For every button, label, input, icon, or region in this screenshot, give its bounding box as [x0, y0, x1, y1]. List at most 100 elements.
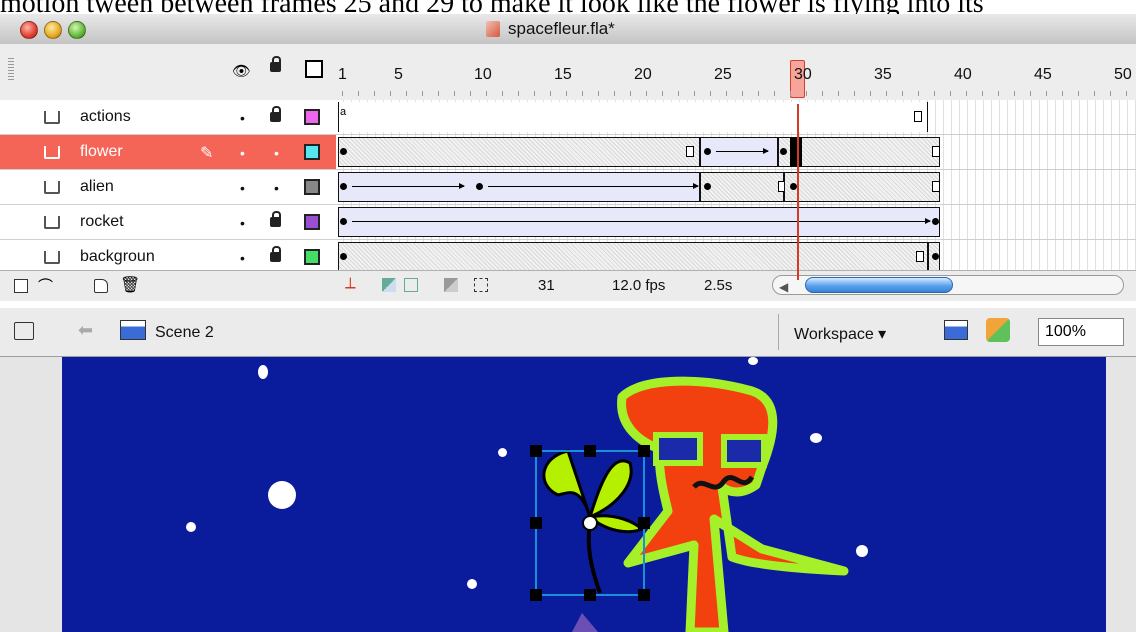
visibility-dot[interactable]: •	[240, 145, 245, 161]
modify-onion-markers-icon[interactable]	[474, 278, 488, 292]
ruler-label: 5	[394, 66, 403, 83]
layer-name[interactable]: backgroun	[80, 248, 155, 266]
lock-icon[interactable]	[270, 211, 281, 227]
lock-icon[interactable]	[270, 106, 281, 122]
ruler-tick	[486, 91, 487, 96]
visibility-dot[interactable]: •	[240, 250, 245, 266]
frame-ruler[interactable]: 1 5 10 15 20 25 30 35 40 45 50	[336, 44, 1136, 100]
frame-track[interactable]	[336, 135, 1136, 169]
close-window-button[interactable]	[20, 21, 38, 39]
outline-color-swatch[interactable]	[304, 109, 320, 125]
empty-keyframe[interactable]	[914, 111, 922, 122]
end-frame[interactable]	[932, 146, 940, 157]
workspace-menu[interactable]: Workspace ▾	[794, 324, 886, 344]
keyframe[interactable]	[340, 253, 347, 260]
rocket-edge	[572, 613, 598, 632]
lock-dot[interactable]: •	[274, 145, 279, 161]
ruler-tick	[406, 91, 407, 96]
edit-multiple-frames-icon[interactable]	[444, 278, 458, 292]
show-hide-all-icon[interactable]: 👁	[232, 62, 251, 80]
insert-layer-icon[interactable]	[14, 279, 28, 293]
selection-handle	[638, 445, 650, 457]
ruler-tick	[1030, 91, 1031, 96]
end-frame[interactable]	[932, 181, 940, 192]
ruler-tick	[854, 91, 855, 96]
back-arrow-icon[interactable]: ⬅	[78, 320, 93, 341]
frame-track[interactable]	[336, 240, 1136, 274]
layer-row-alien[interactable]: alien • •	[0, 170, 1136, 205]
layer-row-actions[interactable]: actions • a	[0, 100, 1136, 135]
selection-handle	[638, 517, 650, 529]
end-frame[interactable]	[916, 251, 924, 262]
keyframe[interactable]	[932, 253, 939, 260]
layer-row-rocket[interactable]: rocket •	[0, 205, 1136, 240]
ruler-label: 35	[874, 66, 892, 83]
frame-track[interactable]: a	[336, 100, 1136, 134]
outline-all-icon[interactable]	[305, 60, 323, 78]
insert-folder-icon[interactable]	[94, 279, 108, 293]
keyframe[interactable]	[476, 183, 483, 190]
add-motion-guide-icon[interactable]: ⌒	[38, 275, 53, 296]
outline-color-swatch[interactable]	[304, 249, 320, 265]
timeline-scrollbar[interactable]: ◀	[772, 275, 1124, 295]
ruler-tick	[566, 91, 567, 96]
ruler-tick	[678, 91, 679, 96]
layer-icon	[44, 181, 60, 194]
layer-name[interactable]: alien	[80, 178, 114, 196]
zoom-window-button[interactable]	[68, 21, 86, 39]
edit-symbol-icon[interactable]	[986, 318, 1010, 342]
onion-skin-icon[interactable]	[382, 278, 396, 292]
layer-name[interactable]: rocket	[80, 213, 124, 231]
delete-layer-icon[interactable]: 🗑	[120, 275, 140, 295]
outline-color-swatch[interactable]	[304, 214, 320, 230]
onion-skin-outlines-icon[interactable]	[404, 278, 418, 292]
ruler-tick	[646, 91, 647, 96]
scroll-left-arrow-icon[interactable]: ◀	[779, 280, 788, 294]
ruler-tick	[774, 91, 775, 96]
edit-scene-icon[interactable]	[944, 320, 968, 340]
end-frame[interactable]	[686, 146, 694, 157]
frame-span	[700, 172, 784, 202]
ruler-tick	[502, 91, 503, 96]
scene-breadcrumb[interactable]: Scene 2	[155, 324, 214, 342]
layer-name[interactable]: flower	[80, 143, 123, 161]
lock-icon[interactable]	[270, 246, 281, 262]
pencil-icon: ✎	[200, 145, 214, 162]
keyframe[interactable]	[340, 218, 347, 225]
timeline-panel: 👁 1 5 10 15 20 25 30 35 40 45 50 actions • a	[0, 44, 1136, 301]
frame-track[interactable]	[336, 170, 1136, 204]
ruler-tick	[966, 91, 967, 96]
panel-grip-icon[interactable]	[8, 58, 14, 80]
lock-all-icon[interactable]	[270, 56, 281, 72]
current-frame-cell[interactable]	[790, 137, 802, 167]
stage[interactable]	[62, 357, 1106, 632]
ruler-label: 25	[714, 66, 732, 83]
keyframe[interactable]	[340, 148, 347, 155]
scrollbar-thumb[interactable]	[805, 277, 953, 293]
ruler-tick	[1078, 91, 1079, 96]
keyframe[interactable]	[704, 148, 711, 155]
keyframe[interactable]	[704, 183, 711, 190]
keyframe[interactable]	[340, 183, 347, 190]
outline-color-swatch[interactable]	[304, 144, 320, 160]
frame-rate[interactable]: 12.0 fps	[612, 277, 665, 294]
keyframe[interactable]	[780, 148, 787, 155]
minimize-window-button[interactable]	[44, 21, 62, 39]
stage-area	[0, 357, 1136, 632]
keyframe[interactable]	[932, 218, 939, 225]
scene-clapper-icon	[120, 320, 146, 340]
layer-row-flower[interactable]: flower ✎ • •	[0, 135, 1136, 170]
ruler-tick	[726, 91, 727, 96]
layer-name[interactable]: actions	[80, 108, 131, 126]
timeline-toggle-icon[interactable]	[14, 322, 34, 340]
visibility-dot[interactable]: •	[240, 180, 245, 196]
zoom-field[interactable]: 100%	[1038, 318, 1124, 346]
outline-color-swatch[interactable]	[304, 179, 320, 195]
keyframe[interactable]	[790, 183, 797, 190]
center-frame-icon[interactable]: ⟂	[345, 275, 356, 293]
selection-handle	[530, 445, 542, 457]
visibility-dot[interactable]: •	[240, 110, 245, 126]
visibility-dot[interactable]: •	[240, 215, 245, 231]
frame-track[interactable]	[336, 205, 1136, 239]
lock-dot[interactable]: •	[274, 180, 279, 196]
